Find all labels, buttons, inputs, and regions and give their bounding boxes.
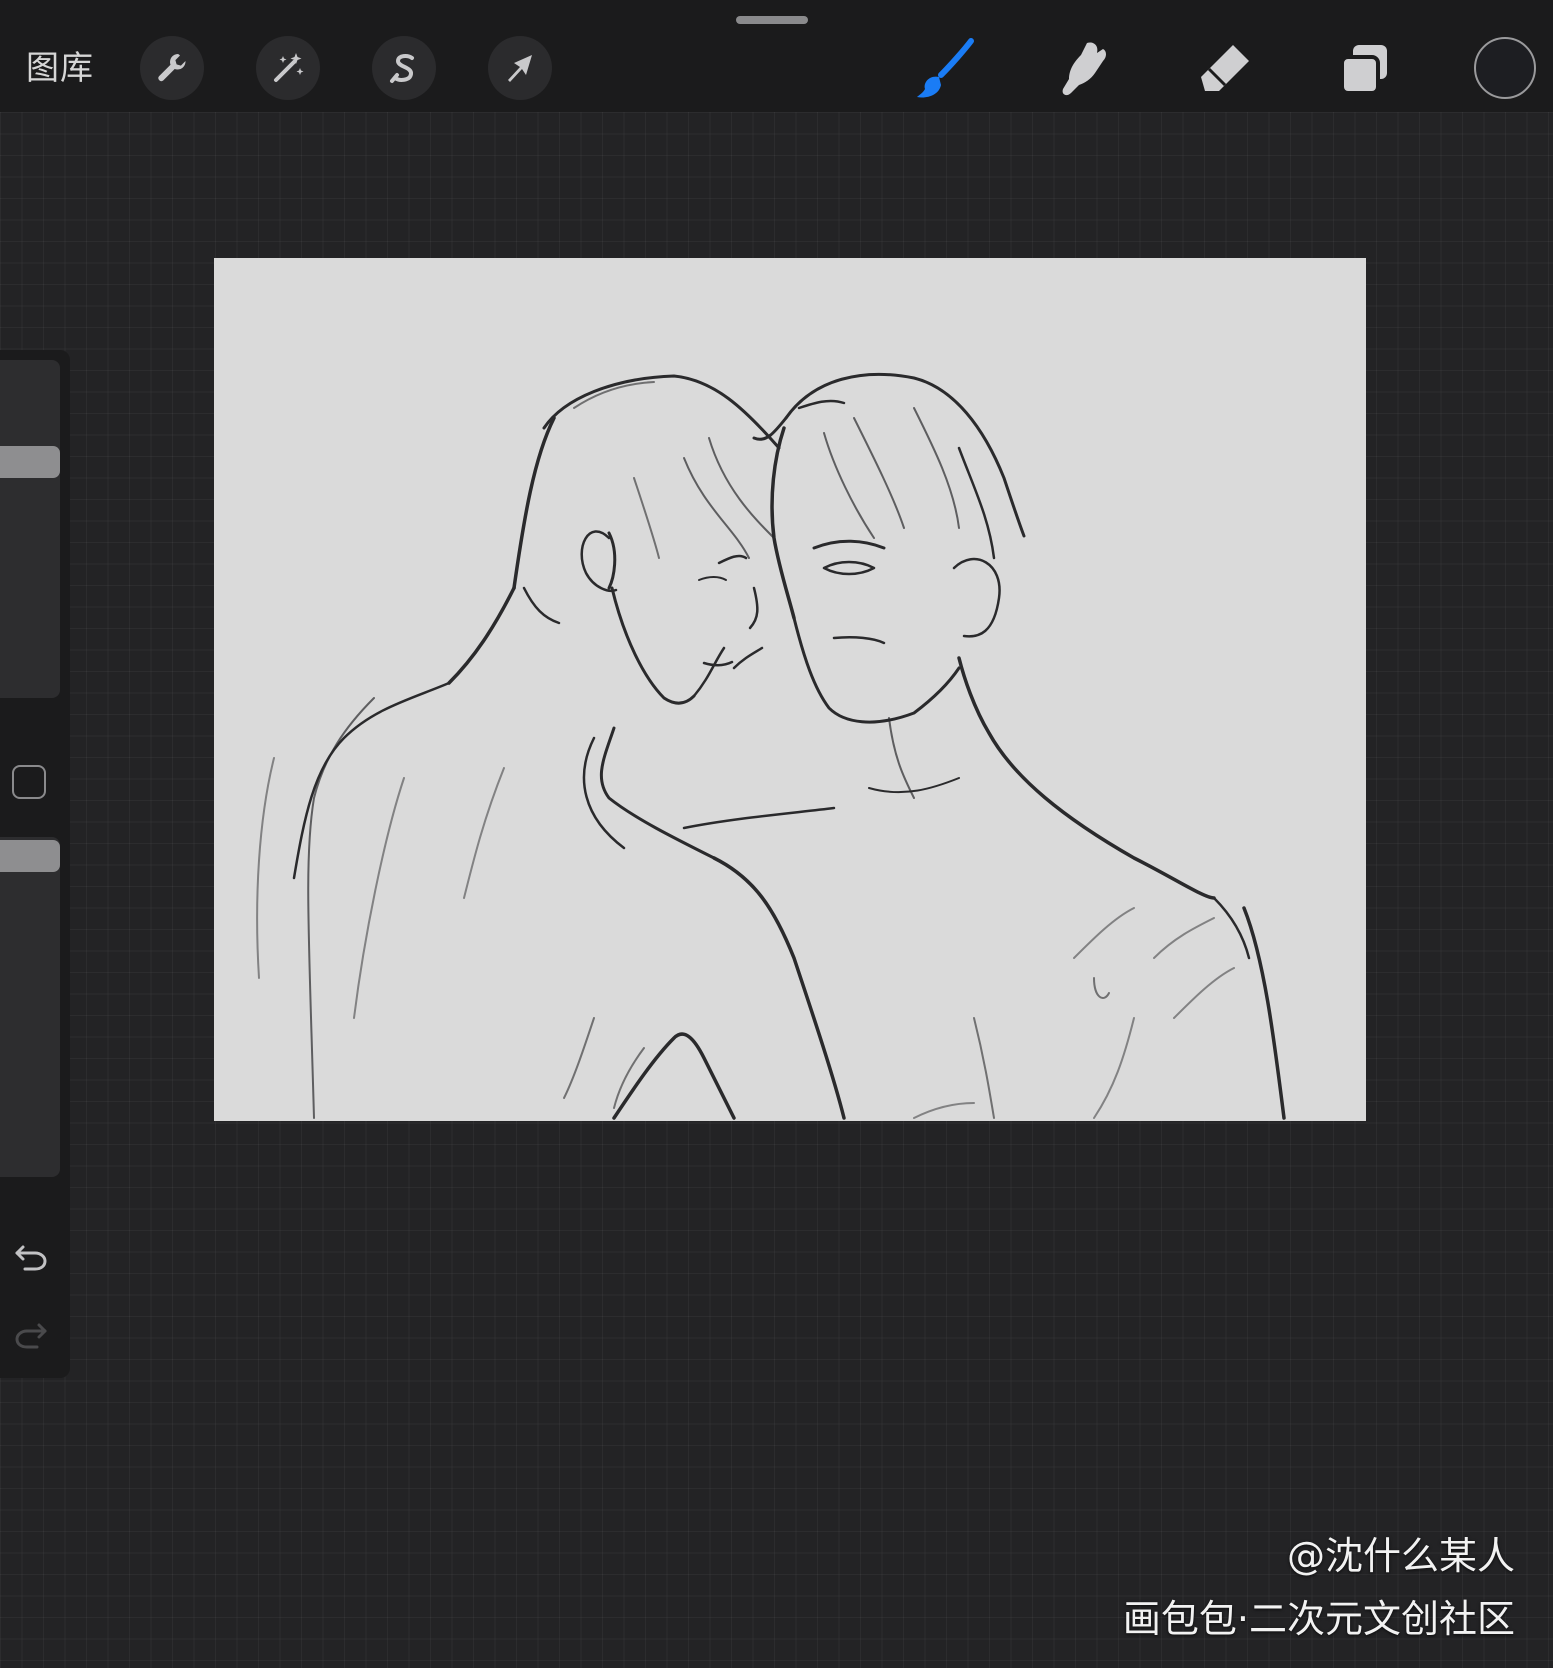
brush-tool[interactable]: [910, 34, 980, 104]
gallery-button[interactable]: 图库: [26, 48, 94, 88]
smudge-finger-icon: [1062, 42, 1106, 96]
redo-icon: [15, 1323, 47, 1349]
eraser-icon: [1201, 45, 1249, 91]
watermark-author: @沈什么某人: [1286, 1534, 1515, 1578]
redo-button[interactable]: [10, 1314, 52, 1356]
drag-handle[interactable]: [736, 16, 808, 24]
selection-button[interactable]: [372, 36, 436, 100]
layers-button[interactable]: [1330, 34, 1400, 104]
undo-icon: [15, 1245, 47, 1271]
wrench-icon: [158, 53, 186, 82]
brush-size-thumb[interactable]: [0, 446, 60, 478]
smudge-tool[interactable]: [1050, 34, 1120, 104]
color-picker-button[interactable]: [1474, 37, 1536, 99]
actions-button[interactable]: [140, 36, 204, 100]
sketch-artwork: [256, 372, 1286, 1120]
opacity-thumb[interactable]: [0, 840, 60, 872]
selection-s-icon: [390, 54, 414, 83]
arrow-cursor-icon: [508, 55, 532, 82]
eraser-tool[interactable]: [1190, 34, 1260, 104]
transform-button[interactable]: [488, 36, 552, 100]
undo-button[interactable]: [10, 1236, 52, 1278]
top-toolbar: 图库: [0, 0, 1553, 112]
magic-wand-icon: [274, 53, 304, 82]
brush-size-slider[interactable]: [0, 360, 60, 698]
watermark-site: 画包包·二次元文创社区: [1122, 1597, 1515, 1641]
drawing-canvas[interactable]: [214, 258, 1366, 1121]
side-toolbar: [0, 350, 70, 1378]
opacity-slider[interactable]: [0, 837, 60, 1177]
layers-icon: [1340, 45, 1387, 95]
brush-icon: [917, 38, 974, 98]
adjustments-button[interactable]: [256, 36, 320, 100]
modify-button[interactable]: [12, 765, 46, 799]
